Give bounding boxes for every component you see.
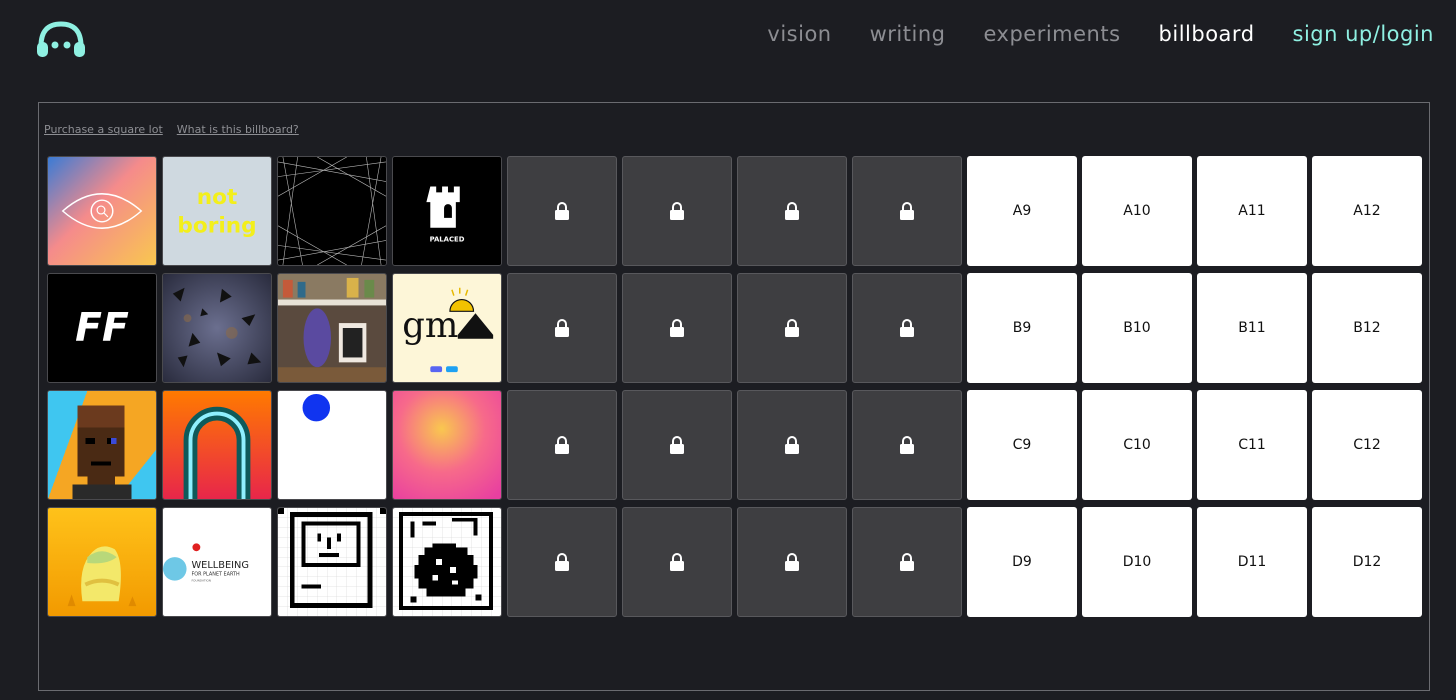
tile-pixel-art[interactable] xyxy=(392,507,502,617)
locked-lot[interactable] xyxy=(737,507,847,617)
lock-icon xyxy=(670,319,684,337)
locked-lot[interactable] xyxy=(507,507,617,617)
lock-icon xyxy=(785,202,799,220)
locked-lot[interactable] xyxy=(622,273,732,383)
tile-pixel-avatar[interactable] xyxy=(47,390,157,500)
gm-label: gm xyxy=(402,305,458,346)
not-boring-line1: not xyxy=(197,185,238,210)
lock-icon xyxy=(900,202,914,220)
locked-lot[interactable] xyxy=(622,390,732,500)
palaced-label: PALACED xyxy=(430,235,465,243)
open-lot[interactable]: A10 xyxy=(1082,156,1192,266)
open-lot[interactable]: B10 xyxy=(1082,273,1192,383)
lock-icon xyxy=(670,436,684,454)
tile-palaced[interactable]: PALACED xyxy=(392,156,502,266)
tile-eye-gradient[interactable] xyxy=(47,156,157,266)
tile-ff[interactable]: FF xyxy=(47,273,157,383)
open-lot[interactable]: B9 xyxy=(967,273,1077,383)
wellbeing-title: WELLBEING xyxy=(191,560,249,571)
locked-lot[interactable] xyxy=(852,273,962,383)
tile-blue-dot[interactable] xyxy=(277,390,387,500)
tile-wellbeing[interactable]: WELLBEING FOR PLANET EARTH FOUNDATION xyxy=(162,507,272,617)
open-lot[interactable]: D10 xyxy=(1082,507,1192,617)
tile-line-circle[interactable] xyxy=(277,156,387,266)
locked-lot[interactable] xyxy=(737,390,847,500)
nav-billboard[interactable]: billboard xyxy=(1159,22,1255,46)
open-lot[interactable]: D9 xyxy=(967,507,1077,617)
lock-icon xyxy=(555,319,569,337)
open-lot[interactable]: D12 xyxy=(1312,507,1422,617)
not-boring-line2: boring xyxy=(177,214,256,239)
tile-dark-texture[interactable] xyxy=(162,273,272,383)
open-lot[interactable]: A12 xyxy=(1312,156,1422,266)
lock-icon xyxy=(670,202,684,220)
nav-sign-up-login[interactable]: sign up/login xyxy=(1293,22,1434,46)
tile-pixel-computer[interactable] xyxy=(277,507,387,617)
locked-lot[interactable] xyxy=(622,507,732,617)
locked-lot[interactable] xyxy=(507,156,617,266)
billboard-grid: not boring PALACED A9 A10 A11 A12 FF gm … xyxy=(47,156,1422,617)
nav-experiments[interactable]: experiments xyxy=(983,22,1120,46)
lock-icon xyxy=(785,436,799,454)
locked-lot[interactable] xyxy=(852,507,962,617)
tile-room-photo[interactable] xyxy=(277,273,387,383)
billboard-panel: Purchase a square lot What is this billb… xyxy=(38,102,1430,691)
about-billboard-link[interactable]: What is this billboard? xyxy=(177,123,299,136)
lock-icon xyxy=(555,553,569,571)
locked-lot[interactable] xyxy=(507,390,617,500)
lock-icon xyxy=(900,436,914,454)
lock-icon xyxy=(785,319,799,337)
locked-lot[interactable] xyxy=(507,273,617,383)
tile-gm[interactable]: gm xyxy=(392,273,502,383)
tile-neon-arch[interactable] xyxy=(162,390,272,500)
lock-icon xyxy=(900,553,914,571)
open-lot[interactable]: A9 xyxy=(967,156,1077,266)
wellbeing-foundation: FOUNDATION xyxy=(191,579,211,583)
ff-label: FF xyxy=(75,306,129,351)
tile-pink-gradient[interactable] xyxy=(392,390,502,500)
locked-lot[interactable] xyxy=(737,156,847,266)
open-lot[interactable]: C9 xyxy=(967,390,1077,500)
main-nav: vision writing experiments billboard sig… xyxy=(767,22,1434,46)
open-lot[interactable]: C12 xyxy=(1312,390,1422,500)
open-lot[interactable]: C11 xyxy=(1197,390,1307,500)
headphones-logo-icon[interactable] xyxy=(34,18,88,60)
lock-icon xyxy=(670,553,684,571)
locked-lot[interactable] xyxy=(737,273,847,383)
lock-icon xyxy=(785,553,799,571)
open-lot[interactable]: A11 xyxy=(1197,156,1307,266)
tile-yellow-figure[interactable] xyxy=(47,507,157,617)
purchase-lot-link[interactable]: Purchase a square lot xyxy=(44,123,163,136)
locked-lot[interactable] xyxy=(852,156,962,266)
billboard-links: Purchase a square lot What is this billb… xyxy=(44,123,299,136)
open-lot[interactable]: C10 xyxy=(1082,390,1192,500)
open-lot[interactable]: B11 xyxy=(1197,273,1307,383)
nav-vision[interactable]: vision xyxy=(767,22,831,46)
tile-not-boring[interactable]: not boring xyxy=(162,156,272,266)
lock-icon xyxy=(555,436,569,454)
wellbeing-subtitle: FOR PLANET EARTH xyxy=(191,572,240,578)
nav-writing[interactable]: writing xyxy=(870,22,946,46)
open-lot[interactable]: B12 xyxy=(1312,273,1422,383)
locked-lot[interactable] xyxy=(852,390,962,500)
locked-lot[interactable] xyxy=(622,156,732,266)
open-lot[interactable]: D11 xyxy=(1197,507,1307,617)
lock-icon xyxy=(555,202,569,220)
lock-icon xyxy=(900,319,914,337)
